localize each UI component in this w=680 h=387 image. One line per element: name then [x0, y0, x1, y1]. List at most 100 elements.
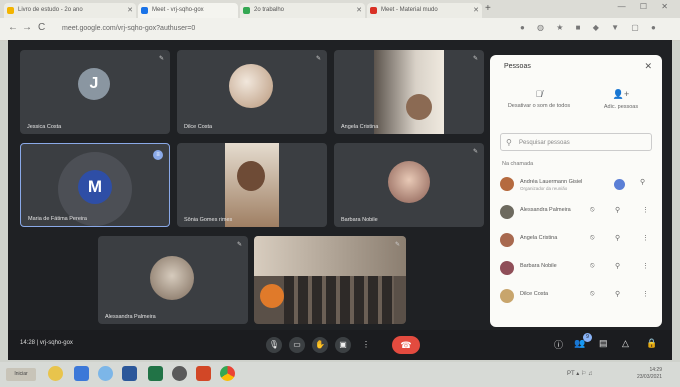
browser-tab[interactable]: Meet - Material mudo ✕: [367, 3, 482, 18]
participant-name: Angela Cristina: [520, 235, 558, 241]
separator: |: [36, 340, 39, 346]
participant-tile[interactable]: ✎ Alessandra Palmeira: [98, 236, 248, 324]
info-icon[interactable]: ⓘ: [554, 338, 563, 351]
participant-row[interactable]: Alessandra Palmeira ⦸ ⚲ ⋮: [500, 203, 656, 223]
mic-icon[interactable]: 🎙: [266, 337, 282, 353]
excel-icon[interactable]: [148, 366, 163, 381]
meeting-time: 14:28: [20, 340, 36, 346]
taskbar-time: 14:29: [649, 367, 662, 373]
avatar: [500, 289, 514, 303]
start-button[interactable]: Iniciar: [6, 368, 36, 381]
new-tab-button[interactable]: +: [485, 3, 491, 14]
pin-icon[interactable]: ✎: [237, 241, 242, 248]
back-button[interactable]: ←: [8, 22, 18, 33]
avatar: [500, 205, 514, 219]
tab-favicon-icon: [7, 7, 14, 14]
avatar: M: [78, 170, 112, 204]
system-tray[interactable]: PT ▴ ⚐ ♫: [567, 370, 592, 377]
mic-off-icon: ⦸: [590, 206, 595, 213]
window-controls[interactable]: — ☐ ✕: [618, 2, 674, 11]
participant-video: [374, 50, 444, 134]
section-label: Na chamada: [502, 161, 534, 167]
mute-all-label: Desativar o som de todos: [507, 103, 571, 109]
mic-off-icon: ⦸: [590, 290, 595, 297]
participant-tile[interactable]: ✎ Dilce Costa: [177, 50, 327, 134]
mute-all-button[interactable]: 🎙̸ Desativar o som de todos: [504, 89, 574, 109]
word-icon[interactable]: [122, 366, 137, 381]
avatar: J: [78, 68, 110, 100]
participant-name: Jessica Costa: [27, 124, 62, 130]
extension-icons[interactable]: ● ◍ ★ ■ ◆ ▼ ▢ ●: [520, 23, 661, 32]
search-people-input[interactable]: ⚲ Pesquisar pessoas: [500, 133, 652, 151]
shared-video-tile[interactable]: ✎: [254, 236, 406, 324]
raise-hand-icon[interactable]: ✋: [312, 337, 328, 353]
close-icon[interactable]: ✕: [644, 61, 652, 72]
camera-icon[interactable]: ▭: [289, 337, 305, 353]
more-options-icon[interactable]: ⋮: [642, 234, 649, 242]
pin-icon[interactable]: ✎: [159, 55, 164, 62]
participant-name: Angela Cristina: [341, 124, 379, 130]
host-controls-icon[interactable]: 🔒: [646, 338, 657, 349]
pin-icon[interactable]: ✎: [395, 241, 400, 248]
participant-row[interactable]: Andréa Lauermann Gisiel Organizador da r…: [500, 175, 656, 195]
participant-name: Alessandra Palmeira: [520, 207, 571, 213]
participant-count-badge: 9: [583, 333, 592, 342]
participant-tile[interactable]: J ✎ Jessica Costa: [20, 50, 170, 134]
edge-icon[interactable]: [98, 366, 113, 381]
avatar: [388, 161, 430, 203]
add-person-icon: 👤+: [612, 89, 630, 99]
browser-tab[interactable]: 2o trabalho ✕: [240, 3, 365, 18]
media-icon[interactable]: [172, 366, 187, 381]
explorer-icon[interactable]: [48, 366, 63, 381]
participant-name: Maria de Fátima Pereira: [28, 216, 87, 222]
more-options-icon[interactable]: ⋮: [642, 262, 649, 270]
pin-icon[interactable]: ⚲: [615, 234, 620, 242]
pin-icon[interactable]: ⚲: [615, 262, 620, 270]
pin-icon[interactable]: ✎: [473, 148, 478, 155]
forward-button[interactable]: →: [22, 22, 32, 33]
search-icon: ⚲: [506, 138, 512, 147]
pin-icon[interactable]: ⚲: [615, 290, 620, 298]
taskbar-clock[interactable]: 14:29 23/03/2021: [632, 367, 662, 381]
participant-tile[interactable]: Sônia Gomes rimes: [177, 143, 327, 227]
powerpoint-icon[interactable]: [196, 366, 211, 381]
browser-tab[interactable]: Livro de estudo - 2o ano ✕: [4, 3, 136, 18]
participant-role: Organizador da reunião: [520, 186, 568, 191]
reload-button[interactable]: C: [38, 22, 45, 33]
present-icon[interactable]: ▣: [335, 337, 351, 353]
close-tab-icon[interactable]: ✕: [127, 3, 133, 18]
os-taskbar: Iniciar PT ▴ ⚐ ♫ 14:29 23/03/2021: [0, 362, 680, 387]
add-people-label: Adic. pessoas: [603, 104, 639, 110]
pin-icon[interactable]: ✎: [316, 55, 321, 62]
url-field[interactable]: meet.google.com/vrj-sqho-gox?authuser=0: [62, 22, 522, 36]
participant-tile[interactable]: ✎ Angela Cristina: [334, 50, 484, 134]
participant-row[interactable]: Angela Cristina ⦸ ⚲ ⋮: [500, 231, 656, 251]
pin-icon[interactable]: ✎: [473, 55, 478, 62]
tab-label: 2o trabalho: [254, 7, 285, 13]
meeting-info: 14:28 | vrj-sqho-gox: [20, 340, 73, 346]
participant-row[interactable]: Barbara Nobile ⦸ ⚲ ⋮: [500, 259, 656, 279]
add-people-button[interactable]: 👤+ Adic. pessoas: [586, 89, 656, 110]
meeting-control-bar: 14:28 | vrj-sqho-gox 🎙 ▭ ✋ ▣ ⋮ ☎ ⓘ 👥 9 ▤…: [8, 330, 672, 360]
more-options-icon[interactable]: ⋮: [642, 290, 649, 298]
participant-tile-active[interactable]: M ≡ Maria de Fátima Pereira: [20, 143, 170, 227]
chat-icon[interactable]: ▤: [599, 338, 608, 349]
chrome-icon[interactable]: [220, 366, 235, 381]
pin-icon[interactable]: ⚲: [615, 206, 620, 214]
participant-tile[interactable]: ✎ Barbara Nobile: [334, 143, 484, 227]
activities-icon[interactable]: △: [622, 338, 629, 349]
end-call-button[interactable]: ☎: [392, 336, 420, 354]
tab-favicon-icon: [141, 7, 148, 14]
onedrive-icon[interactable]: [74, 366, 89, 381]
more-icon[interactable]: ⋮: [358, 337, 374, 353]
close-tab-icon[interactable]: ✕: [356, 3, 362, 18]
participant-name: Barbara Nobile: [341, 217, 378, 223]
browser-tab-active[interactable]: Meet - vrj-sqho-gox: [138, 3, 238, 18]
pin-icon[interactable]: ⚲: [640, 178, 645, 186]
participant-name: Alessandra Palmeira: [105, 314, 156, 320]
close-tab-icon[interactable]: ✕: [473, 3, 479, 18]
panel-title: Pessoas: [504, 63, 531, 70]
avatar: [500, 261, 514, 275]
more-options-icon[interactable]: ⋮: [642, 206, 649, 214]
participant-row[interactable]: Dilce Costa ⦸ ⚲ ⋮: [500, 287, 656, 307]
